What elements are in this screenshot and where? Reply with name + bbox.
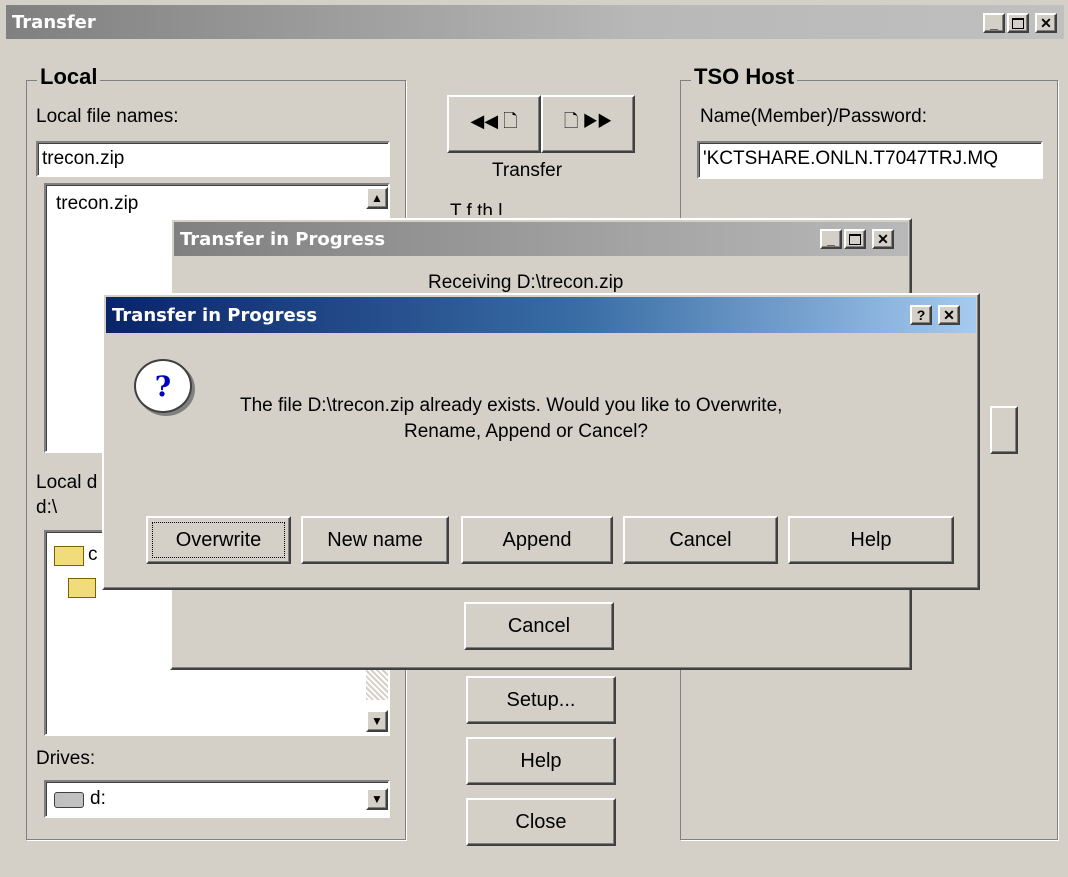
transfer-window-title: Transfer (12, 11, 96, 33)
tso-name-label: Name(Member)/Password: (700, 106, 927, 127)
close-window-button[interactable]: ✕ (1035, 13, 1057, 33)
send-file-icon: 🗋 ▶▶ (563, 111, 613, 131)
tso-host-legend: TSO Host (691, 64, 798, 90)
progress-status: Receiving D:\trecon.zip (428, 272, 624, 293)
local-directory-path: d:\ (36, 497, 58, 518)
dialog-message-line1: The file D:\trecon.zip already exists. W… (240, 395, 783, 416)
local-directories-label: Local d (36, 472, 98, 493)
close-icon: ✕ (877, 230, 889, 247)
tso-side-button[interactable] (990, 406, 1018, 454)
minimize-icon: _ (990, 15, 998, 31)
overwrite-button[interactable]: Overwrite (146, 516, 291, 564)
dialog-close-button[interactable]: ✕ (938, 305, 960, 325)
folder-icon (68, 578, 96, 598)
drive-select[interactable]: d: ▼ (44, 780, 390, 818)
new-name-button[interactable]: New name (301, 516, 449, 564)
receive-file-button[interactable]: ◀◀ 🗋 (447, 95, 541, 153)
progress-close-button[interactable]: ✕ (872, 229, 894, 249)
scroll-up-button[interactable]: ▲ (366, 187, 388, 209)
dialog-help-text-button[interactable]: Help (788, 516, 954, 564)
progress-minimize-button[interactable]: _ (820, 229, 842, 249)
close-icon: ✕ (1040, 14, 1052, 31)
dialog-help-button[interactable]: ? (910, 305, 932, 325)
receive-file-icon: ◀◀ 🗋 (470, 111, 518, 131)
help-button[interactable]: Help (466, 737, 616, 785)
close-button[interactable]: Close (466, 798, 616, 846)
question-mark-icon: ? (916, 307, 926, 323)
tso-name-input[interactable]: 'KCTSHARE.ONLN.T7047TRJ.MQ (697, 141, 1043, 179)
scroll-down-button[interactable]: ▼ (366, 710, 388, 732)
transfer-label: Transfer (492, 160, 563, 181)
drive-value: d: (90, 788, 106, 809)
progress-window-title: Transfer in Progress (180, 228, 386, 250)
drives-label: Drives: (36, 748, 96, 769)
local-file-names-label: Local file names: (36, 106, 179, 127)
maximize-icon (1012, 17, 1024, 29)
chevron-down-icon: ▼ (371, 792, 383, 806)
transfer-titlebar[interactable]: Transfer (6, 5, 1064, 39)
send-file-button[interactable]: 🗋 ▶▶ (541, 95, 635, 153)
directory-item-label[interactable]: c (88, 544, 98, 566)
progress-maximize-button[interactable] (844, 229, 866, 249)
drive-icon (54, 792, 84, 808)
dialog-message-line2: Rename, Append or Cancel? (404, 421, 648, 442)
drive-dropdown-button[interactable]: ▼ (366, 788, 388, 810)
list-item[interactable]: trecon.zip (56, 193, 138, 215)
dialog-cancel-button[interactable]: Cancel (623, 516, 778, 564)
minimize-button[interactable]: _ (983, 13, 1005, 33)
local-legend: Local (37, 64, 101, 90)
dialog-title: Transfer in Progress (112, 304, 318, 326)
setup-button[interactable]: Setup... (466, 676, 616, 724)
progress-cancel-button[interactable]: Cancel (464, 602, 614, 650)
progress-titlebar[interactable]: Transfer in Progress (174, 222, 908, 256)
maximize-button[interactable] (1007, 13, 1029, 33)
transfer-mode-label: T f th l (450, 201, 503, 215)
minimize-icon: _ (827, 231, 835, 247)
dialog-titlebar[interactable]: Transfer in Progress (106, 297, 976, 333)
scroll-down-icon: ▼ (371, 714, 383, 728)
open-folder-icon (54, 546, 84, 566)
question-icon: ? (134, 359, 192, 413)
maximize-icon (849, 233, 861, 245)
append-button[interactable]: Append (461, 516, 613, 564)
close-icon: ✕ (943, 306, 955, 323)
local-file-name-input[interactable]: trecon.zip (36, 141, 390, 177)
overwrite-dialog: Transfer in Progress ? ✕ ? The file D:\t… (102, 293, 980, 590)
scroll-up-icon: ▲ (371, 191, 383, 205)
